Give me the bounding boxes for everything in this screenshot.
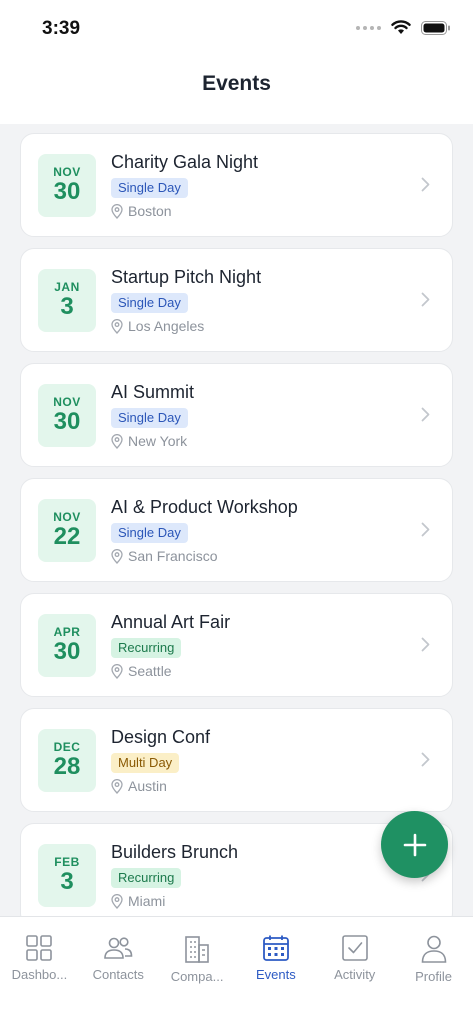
date-badge: JAN 3 bbox=[38, 269, 96, 332]
event-location: San Francisco bbox=[111, 548, 217, 564]
location-pin-icon bbox=[111, 778, 123, 794]
page-title: Events bbox=[202, 72, 271, 95]
tab-label: Profile bbox=[415, 969, 452, 984]
tab-label: Contacts bbox=[92, 967, 144, 982]
date-badge: NOV 30 bbox=[38, 384, 96, 447]
chevron-right-icon bbox=[421, 637, 430, 652]
event-title: Annual Art Fair bbox=[111, 612, 231, 632]
profile-icon bbox=[420, 934, 448, 964]
location-text: Los Angeles bbox=[128, 318, 205, 334]
event-type-badge: Recurring bbox=[111, 868, 182, 888]
wifi-icon bbox=[391, 20, 411, 35]
location-pin-icon bbox=[111, 663, 123, 679]
date-month: APR bbox=[53, 625, 81, 639]
tab-label: Compa... bbox=[170, 969, 224, 984]
battery-icon bbox=[421, 20, 451, 35]
date-day: 28 bbox=[53, 753, 81, 780]
location-text: San Francisco bbox=[128, 548, 218, 564]
event-type-badge: Single Day bbox=[111, 408, 188, 428]
date-day: 30 bbox=[53, 178, 81, 205]
event-card[interactable]: NOV 22 AI & Product Workshop Single Day … bbox=[20, 478, 453, 582]
event-list[interactable]: NOV 30 Charity Gala Night Single Day Bos… bbox=[0, 124, 473, 916]
date-badge: FEB 3 bbox=[38, 844, 96, 907]
tab-dashboard[interactable]: Dashbo... bbox=[0, 917, 79, 1024]
location-text: Austin bbox=[128, 778, 167, 794]
location-pin-icon bbox=[111, 433, 123, 449]
event-title: AI Summit bbox=[111, 382, 195, 402]
companies-icon bbox=[183, 934, 211, 964]
calendar-icon bbox=[262, 934, 290, 962]
event-location: Seattle bbox=[111, 663, 172, 679]
tab-label: Activity bbox=[334, 967, 376, 982]
tab-calendar[interactable]: Events bbox=[236, 917, 315, 1024]
event-location: New York bbox=[111, 433, 187, 449]
location-text: Boston bbox=[128, 203, 172, 219]
tab-bar: Dashbo... Contacts Compa... Events Activ… bbox=[0, 916, 473, 1024]
add-event-button[interactable] bbox=[381, 811, 448, 878]
event-type-badge: Single Day bbox=[111, 178, 188, 198]
signal-icon bbox=[356, 25, 381, 30]
date-badge: NOV 22 bbox=[38, 499, 96, 562]
location-text: Seattle bbox=[128, 663, 172, 679]
plus-icon bbox=[402, 832, 428, 858]
location-pin-icon bbox=[111, 548, 123, 564]
event-type-badge: Multi Day bbox=[111, 753, 180, 773]
event-title: Design Conf bbox=[111, 727, 211, 747]
event-type-badge: Single Day bbox=[111, 523, 188, 543]
location-text: Miami bbox=[128, 893, 166, 909]
event-card[interactable]: NOV 30 Charity Gala Night Single Day Bos… bbox=[20, 133, 453, 237]
event-card[interactable]: DEC 28 Design Conf Multi Day Austin bbox=[20, 708, 453, 812]
tab-contacts[interactable]: Contacts bbox=[79, 917, 158, 1024]
status-bar: 3:39 bbox=[0, 0, 473, 58]
event-location: Miami bbox=[111, 893, 165, 909]
tab-companies[interactable]: Compa... bbox=[158, 917, 237, 1024]
tab-label: Events bbox=[256, 967, 296, 982]
date-day: 3 bbox=[60, 293, 74, 320]
event-card[interactable]: APR 30 Annual Art Fair Recurring Seattle bbox=[20, 593, 453, 697]
chevron-right-icon bbox=[421, 522, 430, 537]
tab-activity[interactable]: Activity bbox=[315, 917, 394, 1024]
date-month: NOV bbox=[53, 510, 81, 524]
activity-icon bbox=[341, 934, 369, 962]
event-type-badge: Recurring bbox=[111, 638, 182, 658]
location-pin-icon bbox=[111, 203, 123, 219]
event-card[interactable]: NOV 30 AI Summit Single Day New York bbox=[20, 363, 453, 467]
event-location: Boston bbox=[111, 203, 172, 219]
status-time: 3:39 bbox=[42, 18, 81, 39]
event-location: Austin bbox=[111, 778, 167, 794]
event-title: Charity Gala Night bbox=[111, 152, 259, 172]
event-location: Los Angeles bbox=[111, 318, 204, 334]
date-month: FEB bbox=[54, 855, 80, 869]
event-title: AI & Product Workshop bbox=[111, 497, 298, 517]
date-badge: NOV 30 bbox=[38, 154, 96, 217]
nav-header: Events bbox=[0, 58, 473, 124]
date-day: 30 bbox=[53, 638, 81, 665]
chevron-right-icon bbox=[421, 292, 430, 307]
event-title: Startup Pitch Night bbox=[111, 267, 262, 287]
tab-profile[interactable]: Profile bbox=[394, 917, 473, 1024]
date-badge: APR 30 bbox=[38, 614, 96, 677]
event-title: Builders Brunch bbox=[111, 842, 239, 862]
date-badge: DEC 28 bbox=[38, 729, 96, 792]
date-day: 22 bbox=[53, 523, 81, 550]
tab-label: Dashbo... bbox=[11, 967, 68, 982]
contacts-icon bbox=[103, 934, 133, 962]
chevron-right-icon bbox=[421, 407, 430, 422]
chevron-right-icon bbox=[421, 177, 430, 192]
chevron-right-icon bbox=[421, 752, 430, 767]
date-month: JAN bbox=[54, 280, 80, 294]
date-month: NOV bbox=[53, 165, 81, 179]
date-month: NOV bbox=[53, 395, 81, 409]
location-pin-icon bbox=[111, 893, 123, 909]
event-card[interactable]: JAN 3 Startup Pitch Night Single Day Los… bbox=[20, 248, 453, 352]
status-icons bbox=[356, 20, 451, 35]
date-day: 3 bbox=[60, 868, 74, 895]
event-type-badge: Single Day bbox=[111, 293, 188, 313]
location-pin-icon bbox=[111, 318, 123, 334]
dashboard-icon bbox=[25, 934, 53, 962]
location-text: New York bbox=[128, 433, 188, 449]
date-month: DEC bbox=[53, 740, 81, 754]
date-day: 30 bbox=[53, 408, 81, 435]
